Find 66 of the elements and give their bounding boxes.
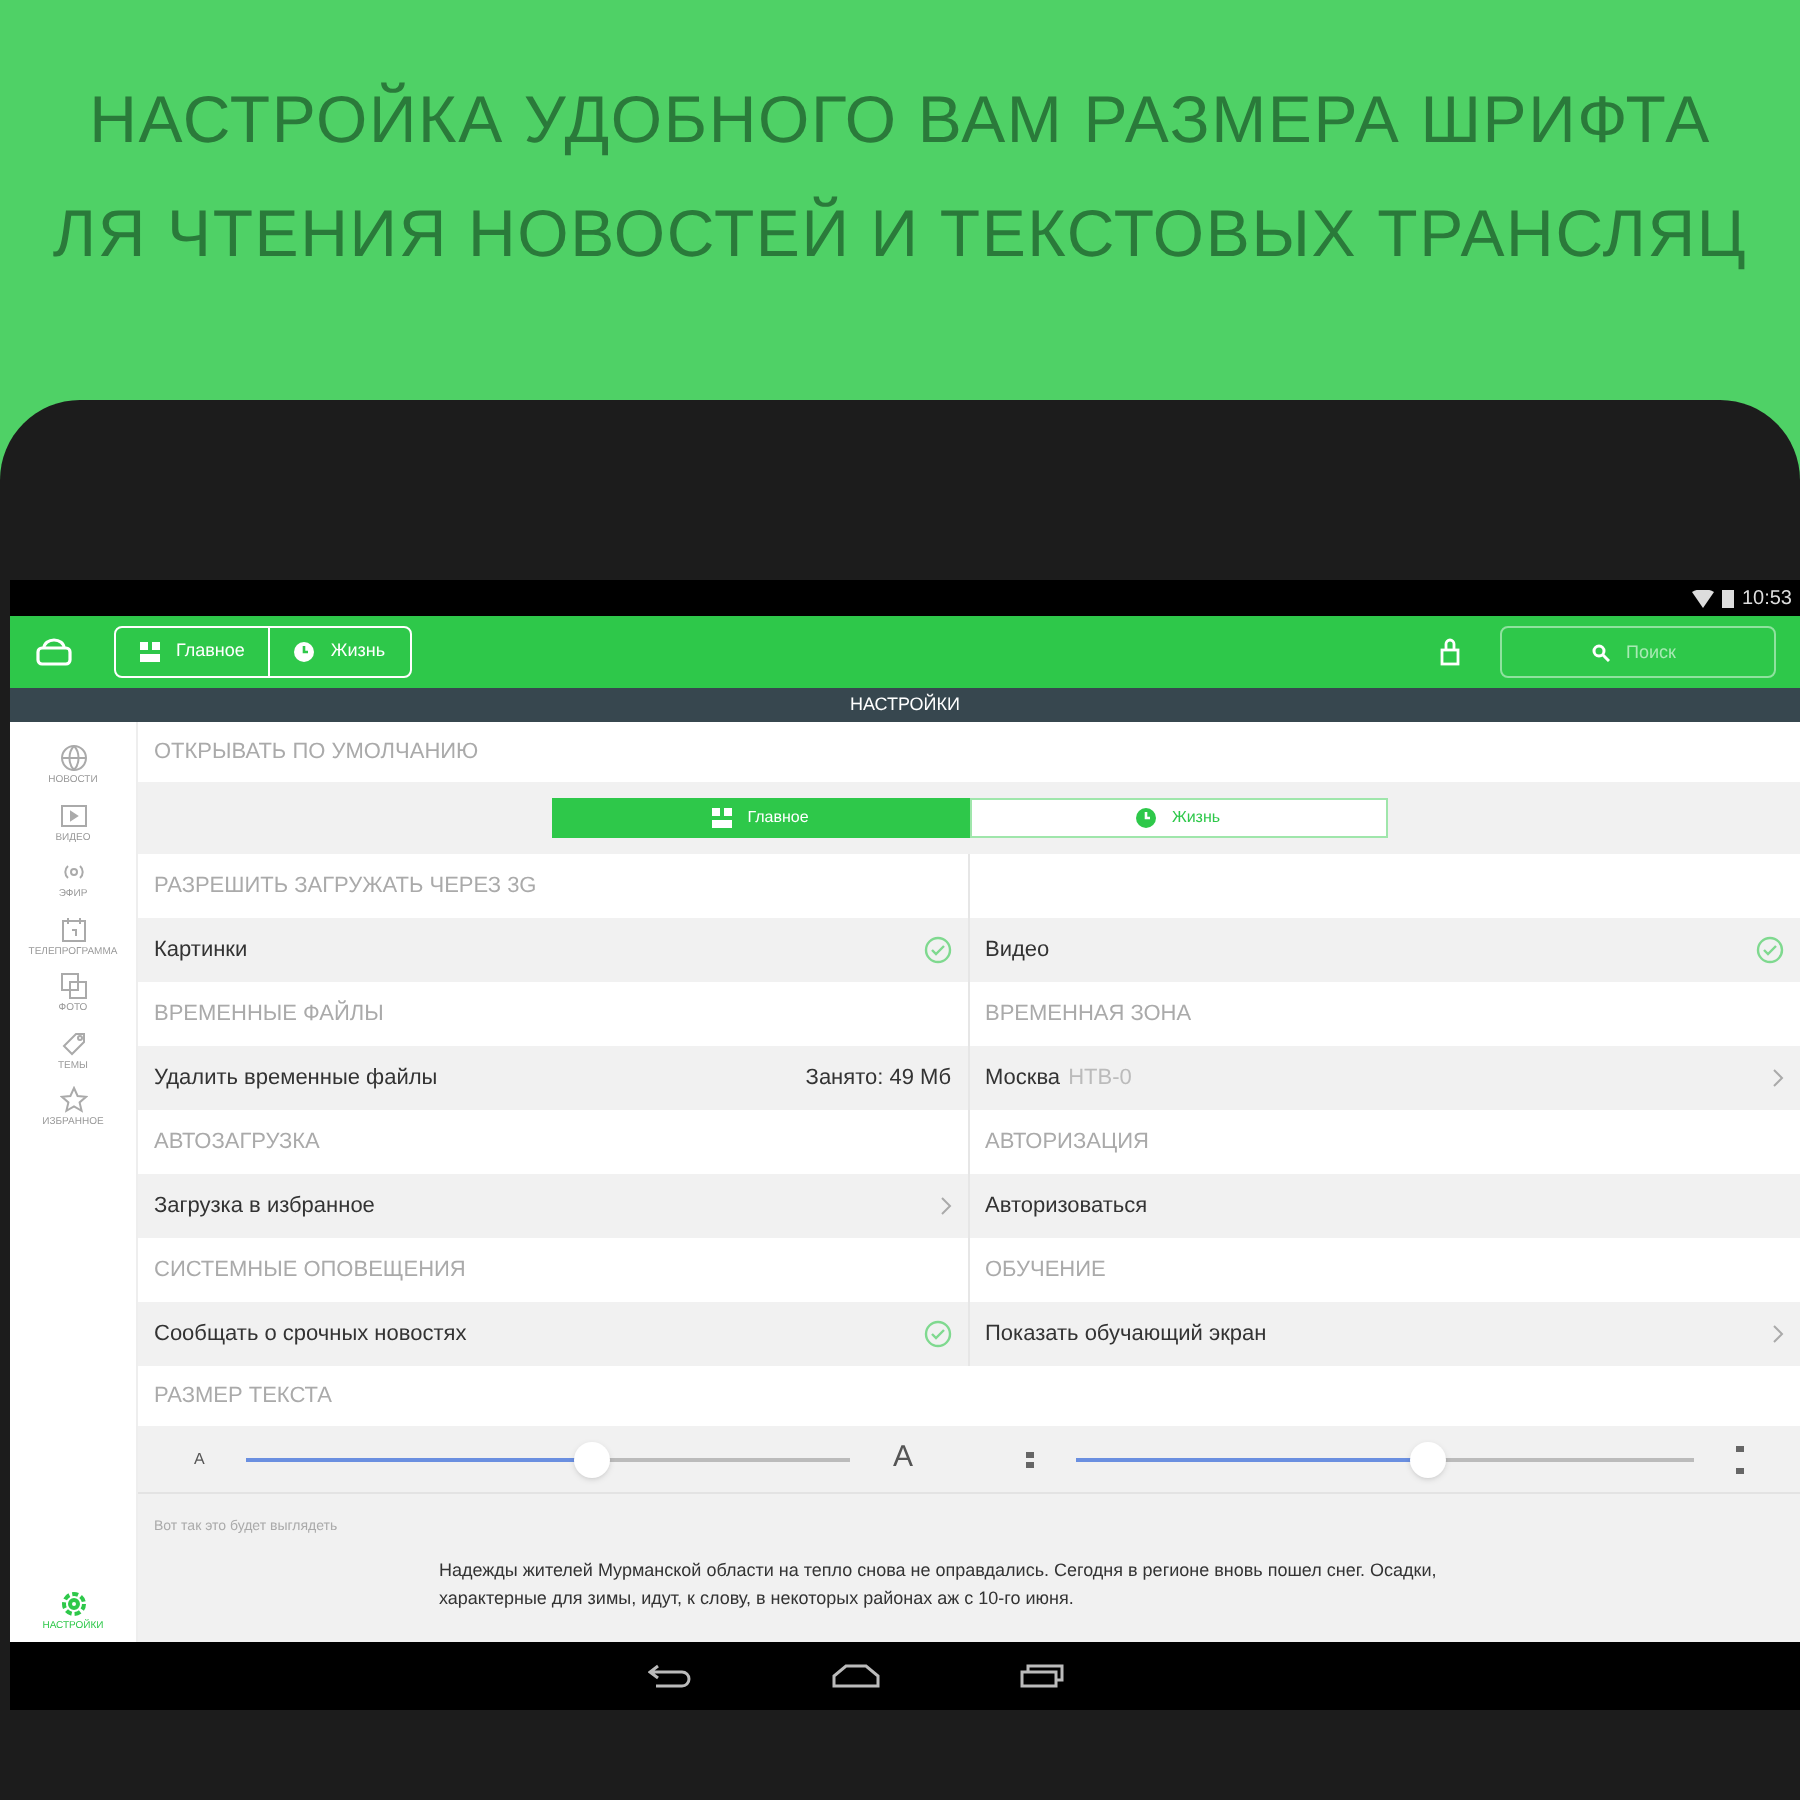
section-header: АВТОЗАГРУЗКА xyxy=(154,1127,320,1158)
settings-icon xyxy=(59,1589,87,1617)
promo-headline: НАСТРОЙКА УДОБНОГО ВАМ РАЗМЕРА ШРИФТА xyxy=(89,79,1711,160)
star-icon xyxy=(59,1086,87,1114)
slider-thumb[interactable] xyxy=(1409,1441,1446,1477)
setting-label: Видео xyxy=(985,935,1050,966)
setting-value: Занято: 49 Мб xyxy=(805,1063,951,1094)
settings-row[interactable]: Показать обучающий экран xyxy=(969,1302,1800,1366)
setting-label: Картинки xyxy=(154,935,248,966)
setting-label: Загрузка в избранное xyxy=(154,1191,375,1222)
section-header: АВТОРИЗАЦИЯ xyxy=(985,1127,1149,1158)
settings-row[interactable]: Картинки xyxy=(138,918,967,982)
chevron-right-icon xyxy=(1772,1068,1784,1088)
chevron-right-icon xyxy=(939,1196,951,1216)
preview-paragraph: Надежды жителей Мурманской области на тепло снова не оправдались. Сегодня в регионе вновь пошел снег. Осадки, характерные для зимы, идут, к слову, в некоторых районах аж с 10-го июня. xyxy=(439,1557,1439,1611)
search-field[interactable]: Поиск xyxy=(1500,626,1776,678)
section-header: РАЗМЕР ТЕКСТА xyxy=(154,1381,332,1412)
section-header: ОТКРЫВАТЬ ПО УМОЛЧАНИЮ xyxy=(154,737,479,768)
clock-icon xyxy=(1135,808,1156,828)
segment-option[interactable]: Главное xyxy=(551,798,969,838)
line-spacing-icon xyxy=(1025,1449,1033,1469)
setting-label: Москва xyxy=(985,1063,1061,1094)
grid-icon xyxy=(711,808,732,828)
calendar-icon xyxy=(59,915,87,943)
home-icon[interactable] xyxy=(831,1664,879,1688)
section-header: ОБУЧЕНИЕ xyxy=(985,1255,1106,1286)
nav-tab[interactable]: Главное xyxy=(116,628,271,676)
logo-icon xyxy=(34,638,74,666)
section-header: ВРЕМЕННЫЕ ФАЙЛЫ xyxy=(154,998,384,1030)
globe-icon xyxy=(59,744,87,772)
small-letter: A xyxy=(194,1447,205,1471)
photos-icon xyxy=(59,972,87,1000)
promo-headline: ЛЯ ЧТЕНИЯ НОВОСТЕЙ И ТЕКСТОВЫХ ТРАНСЛЯЦ xyxy=(52,194,1748,274)
settings-row[interactable]: Сообщать о срочных новостях xyxy=(138,1302,967,1366)
segment-option[interactable]: Жизнь xyxy=(969,798,1387,838)
settings-row[interactable]: Удалить временные файлы Занято: 49 Мб xyxy=(138,1046,967,1110)
settings-row[interactable]: Авторизоваться xyxy=(969,1174,1800,1238)
nav-tab[interactable]: Жизнь xyxy=(270,628,410,676)
section-header: ВРЕМЕННАЯ ЗОНА xyxy=(985,999,1192,1030)
tag-icon xyxy=(59,1029,87,1057)
setting-label: Показать обучающий экран xyxy=(985,1319,1267,1350)
battery-icon xyxy=(1721,588,1734,608)
chevron-right-icon xyxy=(1772,1324,1784,1344)
back-icon[interactable] xyxy=(647,1664,691,1688)
check-circle-icon[interactable] xyxy=(923,1320,951,1348)
search-icon xyxy=(1592,644,1610,662)
line-spacing-icon xyxy=(1736,1443,1744,1475)
settings-row[interactable]: Загрузка в избранное xyxy=(138,1174,967,1238)
lock-icon[interactable] xyxy=(1440,638,1460,666)
check-circle-icon[interactable] xyxy=(923,936,951,964)
play-icon xyxy=(59,801,87,829)
check-circle-icon[interactable] xyxy=(1756,936,1784,964)
large-letter: A xyxy=(892,1438,913,1479)
wifi-icon xyxy=(1691,589,1714,607)
section-header: РАЗРЕШИТЬ ЗАГРУЖАТЬ ЧЕРЕЗ 3G xyxy=(154,871,537,902)
grid-icon xyxy=(140,642,160,662)
clock-icon xyxy=(294,642,315,662)
slider-thumb[interactable] xyxy=(573,1441,610,1477)
setting-label: Удалить временные файлы xyxy=(154,1063,438,1094)
screen-title: НАСТРОЙКИ xyxy=(850,691,960,718)
clock-time: 10:53 xyxy=(1741,585,1792,613)
setting-label: Сообщать о срочных новостях xyxy=(154,1319,467,1350)
settings-row[interactable]: Видео xyxy=(969,918,1800,982)
section-header: СИСТЕМНЫЕ ОПОВЕЩЕНИЯ xyxy=(154,1255,466,1286)
recents-icon[interactable] xyxy=(1019,1664,1063,1688)
setting-label: Авторизоваться xyxy=(985,1191,1148,1222)
